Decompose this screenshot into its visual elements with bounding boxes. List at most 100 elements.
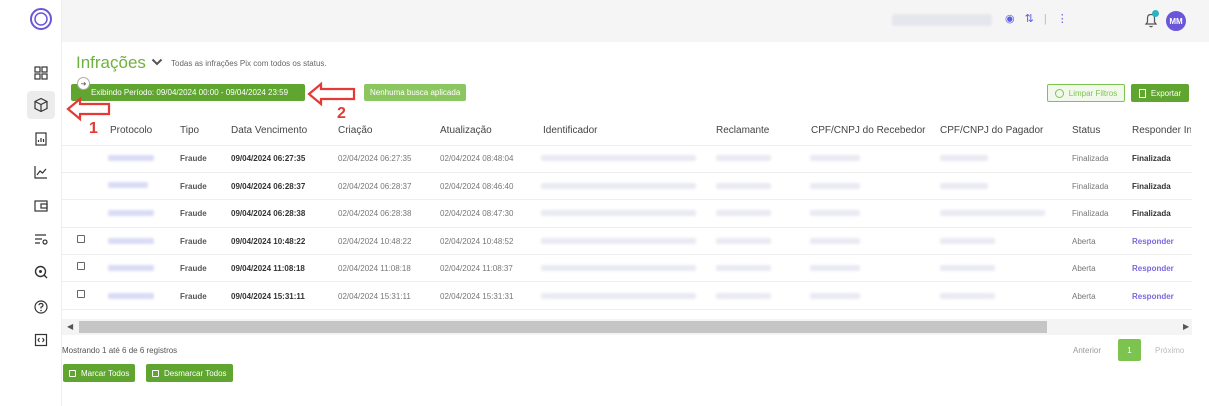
sidebar-wallet-icon[interactable] (27, 192, 55, 220)
export-button[interactable]: Exportar (1131, 84, 1189, 102)
cell-status: Aberta (1072, 237, 1096, 246)
payer-doc-redacted (940, 238, 995, 244)
receiver-doc-redacted (810, 183, 860, 189)
receiver-doc-redacted (810, 293, 860, 299)
search-status-badge: Nenhuma busca aplicada (364, 84, 467, 101)
cell-atualizacao: 02/04/2024 08:48:04 (440, 154, 514, 163)
row-checkbox[interactable] (77, 235, 85, 243)
scroll-left-icon[interactable]: ◀ (67, 322, 73, 331)
protocol-redacted[interactable] (108, 293, 154, 299)
annotation-arrow-2 (307, 81, 356, 107)
scrollbar-thumb[interactable] (79, 321, 1047, 333)
identifier-redacted (541, 265, 696, 271)
sidebar (0, 0, 62, 406)
clear-filters-button[interactable]: Limpar Filtros (1047, 84, 1125, 102)
claimant-redacted (716, 265, 771, 271)
claimant-redacted (716, 183, 771, 189)
pagination-page-1[interactable]: 1 (1118, 339, 1141, 361)
cell-atualizacao: 02/04/2024 08:46:40 (440, 182, 514, 191)
column-header-data-vencimento[interactable]: Data Vencimento (231, 125, 307, 136)
sidebar-code-icon[interactable] (27, 326, 55, 354)
cell-status: Finalizada (1072, 209, 1109, 218)
chevron-down-icon[interactable] (151, 57, 163, 67)
pagination-next[interactable]: Próximo (1155, 346, 1184, 355)
protocol-redacted[interactable] (108, 182, 148, 188)
column-header-status[interactable]: Status (1072, 125, 1100, 136)
cell-vencimento: 09/04/2024 10:48:22 (231, 237, 306, 246)
payer-doc-redacted (940, 183, 988, 189)
divider (62, 281, 1192, 282)
respond-link[interactable]: Responder (1132, 264, 1174, 273)
column-header-cpf-recebedor[interactable]: CPF/CNPJ do Recebedor (811, 125, 926, 136)
search-status-label: Nenhuma busca aplicada (370, 88, 461, 97)
logo-icon (30, 8, 52, 30)
export-label: Exportar (1150, 88, 1182, 98)
protocol-redacted[interactable] (108, 210, 154, 216)
row-checkbox[interactable] (77, 262, 85, 270)
respond-link[interactable]: Responder (1132, 292, 1174, 301)
checkbox-empty-icon (152, 369, 159, 377)
column-header-criacao[interactable]: Criação (338, 125, 372, 136)
annotation-number-1: 1 (89, 120, 98, 137)
page-title: Infrações (76, 53, 146, 72)
cell-vencimento: 09/04/2024 06:27:35 (231, 154, 306, 163)
column-header-protocolo[interactable]: Protocolo (110, 125, 152, 136)
more-icon[interactable]: ⋮ (1057, 12, 1068, 25)
transfer-icon[interactable]: ⇅ (1025, 12, 1034, 25)
unmark-all-label: Desmarcar Todos (164, 368, 227, 378)
row-checkbox[interactable] (77, 290, 85, 298)
column-header-identificador[interactable]: Identificador (543, 125, 597, 136)
cell-criacao: 02/04/2024 06:28:37 (338, 182, 412, 191)
column-header-responder[interactable]: Responder Inf (1132, 125, 1191, 136)
cell-tipo: Fraude (180, 264, 207, 273)
column-header-tipo[interactable]: Tipo (180, 125, 199, 136)
protocol-redacted[interactable] (108, 238, 154, 244)
sidebar-help-icon[interactable] (27, 293, 55, 321)
cell-criacao: 02/04/2024 10:48:22 (338, 237, 412, 246)
cell-tipo: Fraude (180, 154, 207, 163)
unmark-all-button[interactable]: Desmarcar Todos (146, 364, 233, 382)
cell-vencimento: 09/04/2024 11:08:18 (231, 264, 305, 273)
cell-tipo: Fraude (180, 209, 207, 218)
sidebar-dashboard-icon[interactable] (27, 59, 55, 87)
receiver-doc-redacted (810, 210, 860, 216)
cell-criacao: 02/04/2024 15:31:11 (338, 292, 411, 301)
cell-tipo: Fraude (180, 292, 207, 301)
sidebar-report-icon[interactable] (27, 125, 55, 153)
cell-atualizacao: 02/04/2024 08:47:30 (440, 209, 514, 218)
cell-status: Aberta (1072, 264, 1096, 273)
cell-criacao: 02/04/2024 11:08:18 (338, 264, 411, 273)
cell-criacao: 02/04/2024 06:28:38 (338, 209, 412, 218)
pagination-previous[interactable]: Anterior (1073, 346, 1101, 355)
cell-vencimento: 09/04/2024 06:28:37 (231, 182, 306, 191)
sidebar-cube-icon[interactable] (27, 91, 55, 119)
column-header-cpf-pagador[interactable]: CPF/CNPJ do Pagador (940, 125, 1043, 136)
payer-doc-redacted (940, 265, 995, 271)
divider: | (1043, 12, 1047, 25)
sidebar-chart-icon[interactable] (27, 158, 55, 186)
mark-all-button[interactable]: Marcar Todos (63, 364, 136, 382)
records-count: Mostrando 1 até 6 de 6 registros (62, 346, 178, 355)
identifier-redacted (541, 155, 696, 161)
scroll-right-icon[interactable]: ▶ (1183, 322, 1189, 331)
protocol-redacted[interactable] (108, 265, 154, 271)
payer-doc-redacted (940, 210, 1045, 216)
claimant-redacted (716, 238, 771, 244)
cell-status: Aberta (1072, 292, 1096, 301)
column-header-atualizacao[interactable]: Atualização (440, 125, 492, 136)
sidebar-filter-settings-icon[interactable] (27, 225, 55, 253)
avatar[interactable]: MM (1166, 11, 1186, 31)
protocol-redacted[interactable] (108, 155, 154, 161)
respond-link[interactable]: Responder (1132, 237, 1174, 246)
cell-status: Finalizada (1072, 154, 1109, 163)
clear-filter-icon (1054, 88, 1064, 98)
claimant-redacted (716, 210, 771, 216)
eye-icon[interactable]: ◉ (1005, 12, 1015, 25)
expand-arrow-icon[interactable]: ➜ (77, 77, 90, 90)
cell-status: Finalizada (1072, 182, 1109, 191)
sidebar-search-icon[interactable] (27, 258, 55, 286)
column-header-reclamante[interactable]: Reclamante (716, 125, 769, 136)
cell-tipo: Fraude (180, 237, 207, 246)
identifier-redacted (541, 210, 696, 216)
divider (62, 199, 1192, 200)
